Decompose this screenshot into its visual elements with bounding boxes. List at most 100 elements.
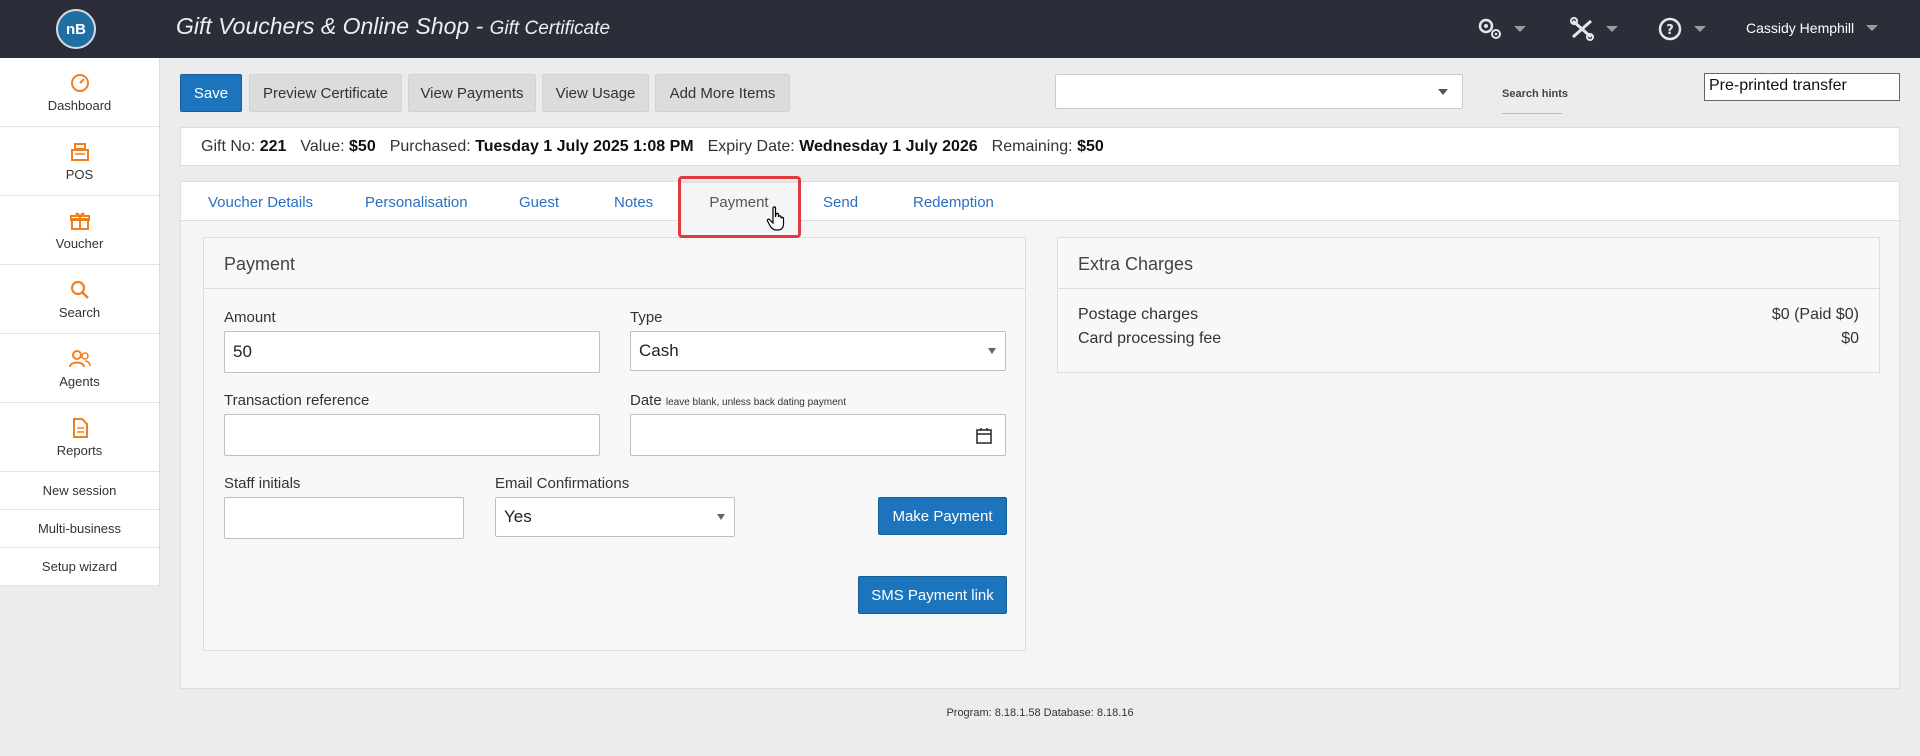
remaining-value: $50 xyxy=(1077,137,1104,155)
amount-label: Amount xyxy=(224,309,276,326)
sidebar: Dashboard POS Voucher Search Agents Repo… xyxy=(0,58,160,586)
tools-menu[interactable] xyxy=(1568,16,1618,42)
gift-info-bar: Gift No: 221 Value: $50 Purchased: Tuesd… xyxy=(180,127,1900,166)
reports-icon xyxy=(72,417,88,438)
staff-initials-label: Staff initials xyxy=(224,475,301,492)
search-icon xyxy=(70,280,89,299)
gift-value-amount: $50 xyxy=(349,137,376,155)
staff-initials-input[interactable] xyxy=(224,497,464,539)
dashboard-icon xyxy=(70,73,89,92)
sidebar-link-new-session[interactable]: New session xyxy=(0,472,159,510)
tab-personalisation[interactable]: Personalisation xyxy=(365,194,468,211)
purchased-label: Purchased: xyxy=(389,137,471,155)
sidebar-item-label: Search xyxy=(58,304,101,320)
sidebar-item-label: Agents xyxy=(59,373,100,389)
amount-input[interactable]: 50 xyxy=(224,331,600,373)
extra-charges-title: Extra Charges xyxy=(1058,238,1879,289)
sms-payment-link-button[interactable]: SMS Payment link xyxy=(858,576,1007,614)
save-button[interactable]: Save xyxy=(180,74,242,112)
app-logo[interactable]: nB xyxy=(56,9,96,49)
payment-title: Payment xyxy=(204,238,1025,289)
chevron-down-icon xyxy=(1438,89,1448,95)
preview-certificate-button[interactable]: Preview Certificate xyxy=(249,74,402,112)
settings-menu[interactable] xyxy=(1476,16,1526,42)
tab-guest[interactable]: Guest xyxy=(519,194,559,211)
version-footer: Program: 8.18.1.58 Database: 8.18.16 xyxy=(946,707,1134,719)
type-select-value: Cash xyxy=(639,341,679,360)
sidebar-item-voucher[interactable]: Voucher xyxy=(0,196,159,265)
pointer-cursor-icon xyxy=(766,206,785,231)
sidebar-item-label: POS xyxy=(65,166,94,182)
transaction-reference-label: Transaction reference xyxy=(224,392,370,409)
date-hint: leave blank, unless back dating payment xyxy=(665,397,846,408)
email-confirmations-select[interactable]: Yes xyxy=(495,497,735,537)
tab-notes[interactable]: Notes xyxy=(614,194,653,211)
calendar-icon[interactable] xyxy=(975,427,993,445)
gift-no-label: Gift No: xyxy=(201,137,256,155)
email-confirmations-value: Yes xyxy=(504,507,532,526)
help-icon: ? xyxy=(1658,17,1682,41)
gift-no-value: 221 xyxy=(259,137,287,155)
add-more-items-button[interactable]: Add More Items xyxy=(655,74,790,112)
payment-panel: Payment Amount 50 Type Cash Transaction … xyxy=(203,237,1026,651)
type-select[interactable]: Cash xyxy=(630,331,1006,371)
sidebar-link-setup-wizard[interactable]: Setup wizard xyxy=(0,548,159,586)
svg-text:?: ? xyxy=(1666,23,1674,38)
type-label: Type xyxy=(630,309,663,326)
email-confirmations-label: Email Confirmations xyxy=(495,475,630,492)
chevron-down-icon xyxy=(717,514,725,520)
postage-charges-value: $0 (Paid $0) xyxy=(1771,306,1859,323)
help-menu[interactable]: ? xyxy=(1656,16,1706,42)
gift-value: Value: $50 xyxy=(300,138,375,156)
sidebar-item-label: Reports xyxy=(56,442,103,458)
settings-icon xyxy=(1478,18,1501,39)
sidebar-item-reports[interactable]: Reports xyxy=(0,403,159,472)
gift-value-label: Value: xyxy=(300,137,345,155)
chevron-down-icon xyxy=(1514,26,1526,32)
chevron-down-icon xyxy=(1606,26,1618,32)
sidebar-item-label: Dashboard xyxy=(47,97,112,113)
search-hints-link[interactable]: Search hints xyxy=(1502,88,1568,100)
purchased-value: Tuesday 1 July 2025 1:08 PM xyxy=(475,137,694,155)
tab-voucher-details[interactable]: Voucher Details xyxy=(208,194,313,211)
page-subtitle: Gift Certificate xyxy=(489,18,611,39)
date-input[interactable] xyxy=(630,414,1006,456)
tab-bar: Voucher Details Personalisation Guest No… xyxy=(181,182,1899,222)
remaining-label: Remaining: xyxy=(991,137,1073,155)
extra-charges-panel: Extra Charges Postage charges $0 (Paid $… xyxy=(1057,237,1880,373)
tools-icon xyxy=(1570,17,1594,41)
sidebar-item-label: Voucher xyxy=(55,235,104,251)
card-processing-fee-label: Card processing fee xyxy=(1078,330,1222,347)
tab-send[interactable]: Send xyxy=(823,194,858,211)
logo-text: nB xyxy=(66,20,86,38)
remaining: Remaining: $50 xyxy=(992,138,1104,156)
title-separator: - xyxy=(469,13,490,39)
view-usage-button[interactable]: View Usage xyxy=(542,74,649,112)
user-menu[interactable]: Cassidy Hemphill xyxy=(1746,20,1879,36)
sidebar-item-search[interactable]: Search xyxy=(0,265,159,334)
expiry-label: Expiry Date: xyxy=(707,137,795,155)
chevron-down-icon xyxy=(1866,25,1879,31)
date-label: Date leave blank, unless back dating pay… xyxy=(630,392,846,409)
agents-icon xyxy=(68,349,91,367)
make-payment-button[interactable]: Make Payment xyxy=(878,497,1007,535)
purchased: Purchased: Tuesday 1 July 2025 1:08 PM xyxy=(390,138,694,156)
tab-redemption[interactable]: Redemption xyxy=(913,194,994,211)
card-processing-fee-value: $0 xyxy=(1841,330,1859,347)
preprinted-transfer-field[interactable]: Pre-printed transfer xyxy=(1704,73,1900,101)
gift-no: Gift No: 221 xyxy=(201,138,286,156)
view-payments-button[interactable]: View Payments xyxy=(408,74,536,112)
user-name: Cassidy Hemphill xyxy=(1746,20,1855,36)
sidebar-item-pos[interactable]: POS xyxy=(0,127,159,196)
transaction-reference-input[interactable] xyxy=(224,414,600,456)
sidebar-item-dashboard[interactable]: Dashboard xyxy=(0,58,159,127)
main-panel: Voucher Details Personalisation Guest No… xyxy=(180,181,1900,689)
sidebar-item-agents[interactable]: Agents xyxy=(0,334,159,403)
sidebar-link-multi-business[interactable]: Multi-business xyxy=(0,510,159,548)
app-title: Gift Vouchers & Online Shop - Gift Certi… xyxy=(176,13,610,40)
search-select[interactable] xyxy=(1055,74,1463,109)
top-bar: nB Gift Vouchers & Online Shop - Gift Ce… xyxy=(0,0,1920,58)
date-label-text: Date xyxy=(630,392,662,409)
chevron-down-icon xyxy=(988,348,996,354)
postage-charges-label: Postage charges xyxy=(1078,306,1199,323)
